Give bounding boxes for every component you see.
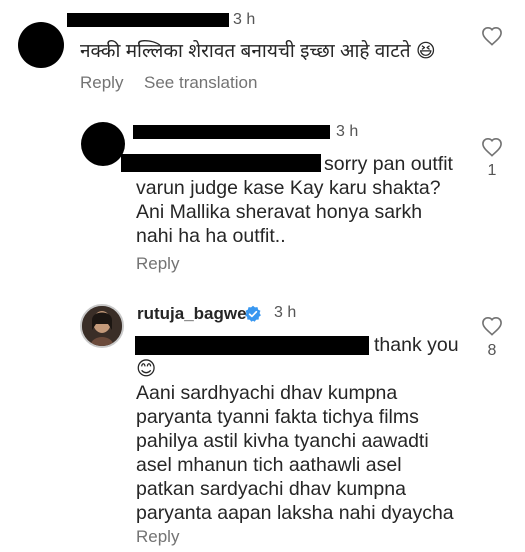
comment-text: varun judge kase Kay karu shakta? Ani Ma…	[136, 177, 441, 247]
like-count: 1	[487, 162, 497, 179]
verified-badge-icon	[245, 305, 261, 322]
comment-timestamp: 3 h	[233, 11, 256, 28]
user-avatar[interactable]	[80, 304, 124, 348]
username[interactable]: rutuja_bagwe	[137, 304, 247, 324]
avatar-photo	[82, 306, 122, 346]
comment-timestamp: 3 h	[274, 304, 297, 321]
reply-button[interactable]: Reply	[136, 254, 179, 274]
heart-outline-icon[interactable]	[481, 316, 503, 336]
comment-text-inline: thank you	[374, 334, 459, 356]
commenter-avatar[interactable]	[18, 22, 64, 68]
redacted-username	[133, 125, 330, 139]
redacted-username	[67, 13, 229, 27]
comment-text: 😊 Aani sardhyachi dhav kumpna paryanta t…	[136, 358, 454, 524]
comment-text: नक्की मल्लिका शेरावत बनायची इच्छा आहे वा…	[80, 41, 436, 62]
commenter-avatar[interactable]	[81, 122, 125, 166]
reply-button[interactable]: Reply	[136, 527, 179, 547]
redacted-mention	[135, 336, 369, 355]
redacted-mention	[121, 154, 321, 172]
reply-button[interactable]: Reply	[80, 73, 123, 93]
see-translation-button[interactable]: See translation	[144, 73, 257, 93]
heart-outline-icon[interactable]	[481, 137, 503, 157]
comment-timestamp: 3 h	[336, 123, 359, 140]
like-count: 8	[487, 342, 497, 359]
comment-text-inline: sorry pan outfit	[324, 153, 453, 175]
heart-outline-icon[interactable]	[481, 26, 503, 46]
